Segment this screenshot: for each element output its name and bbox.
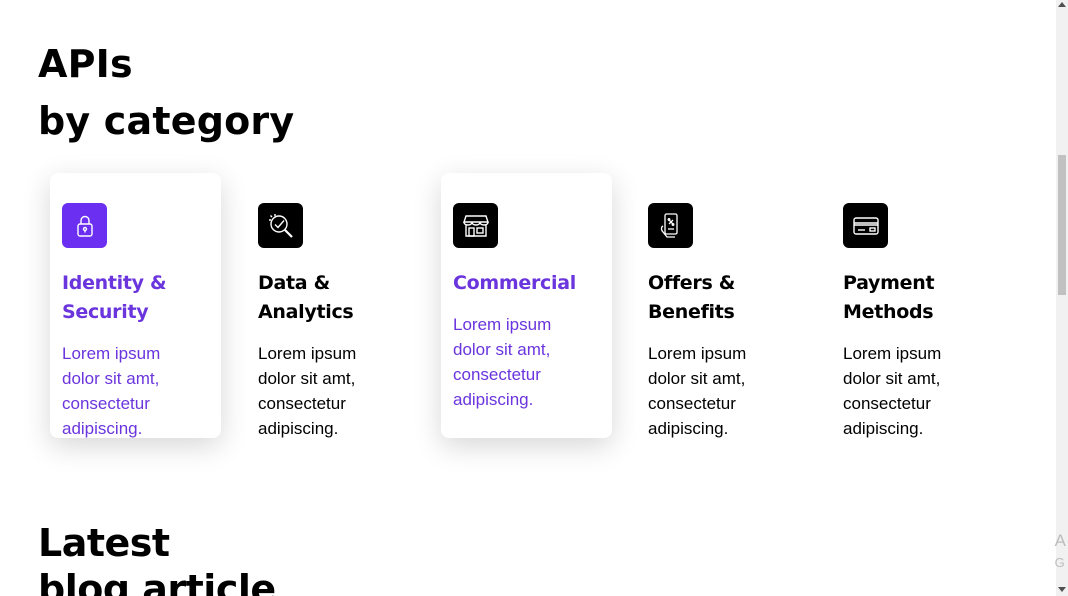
category-description: Lorem ipsum dolor sit amt, consectetur a… [258, 344, 357, 438]
page: APIs by category Identity & Security Lor… [0, 0, 1056, 596]
scroll-up-arrow-icon[interactable] [1058, 2, 1066, 7]
category-description: Lorem ipsum dolor sit amt, consectetur a… [62, 344, 161, 438]
category-title: Data & Analytics [258, 272, 354, 323]
category-title: Payment Methods [843, 272, 935, 323]
category-title: Offers & Benefits [648, 272, 736, 323]
watermark-line2: G [1054, 555, 1065, 570]
storefront-icon [453, 203, 498, 248]
category-card-identity-security[interactable]: Identity & Security Lorem ipsum dolor si… [50, 173, 221, 438]
blog-title-line1: Latest [38, 521, 170, 565]
category-card-payment-methods[interactable]: Payment Methods Lorem ipsum dolor sit am… [831, 173, 1002, 438]
watermark-line1: A [1054, 531, 1066, 550]
category-card-data-analytics[interactable]: Data & Analytics Lorem ipsum dolor sit a… [246, 173, 417, 438]
section-title: APIs by category [38, 36, 294, 150]
activation-watermark: A G [1055, 530, 1066, 574]
section-title-line2: by category [38, 99, 295, 143]
scroll-down-arrow-icon[interactable] [1058, 587, 1066, 592]
category-title: Commercial [453, 272, 576, 294]
lock-icon [62, 203, 107, 248]
category-description: Lorem ipsum dolor sit amt, consectetur a… [843, 344, 942, 438]
credit-card-icon [843, 203, 888, 248]
category-card-commercial[interactable]: Commercial Lorem ipsum dolor sit amt, co… [441, 173, 612, 438]
category-description: Lorem ipsum dolor sit amt, consectetur a… [453, 315, 552, 409]
category-card-offers-benefits[interactable]: Offers & Benefits Lorem ipsum dolor sit … [636, 173, 807, 438]
scrollbar-thumb[interactable] [1058, 155, 1066, 295]
vertical-scrollbar[interactable] [1056, 0, 1068, 596]
section-title-line1: APIs [38, 42, 133, 86]
category-title: Identity & Security [62, 272, 167, 323]
category-description: Lorem ipsum dolor sit amt, consectetur a… [648, 344, 747, 438]
analytics-search-icon [258, 203, 303, 248]
mobile-offer-icon [648, 203, 693, 248]
blog-title-line2: blog article [38, 567, 276, 596]
blog-section-title: Latest blog article [38, 520, 276, 596]
